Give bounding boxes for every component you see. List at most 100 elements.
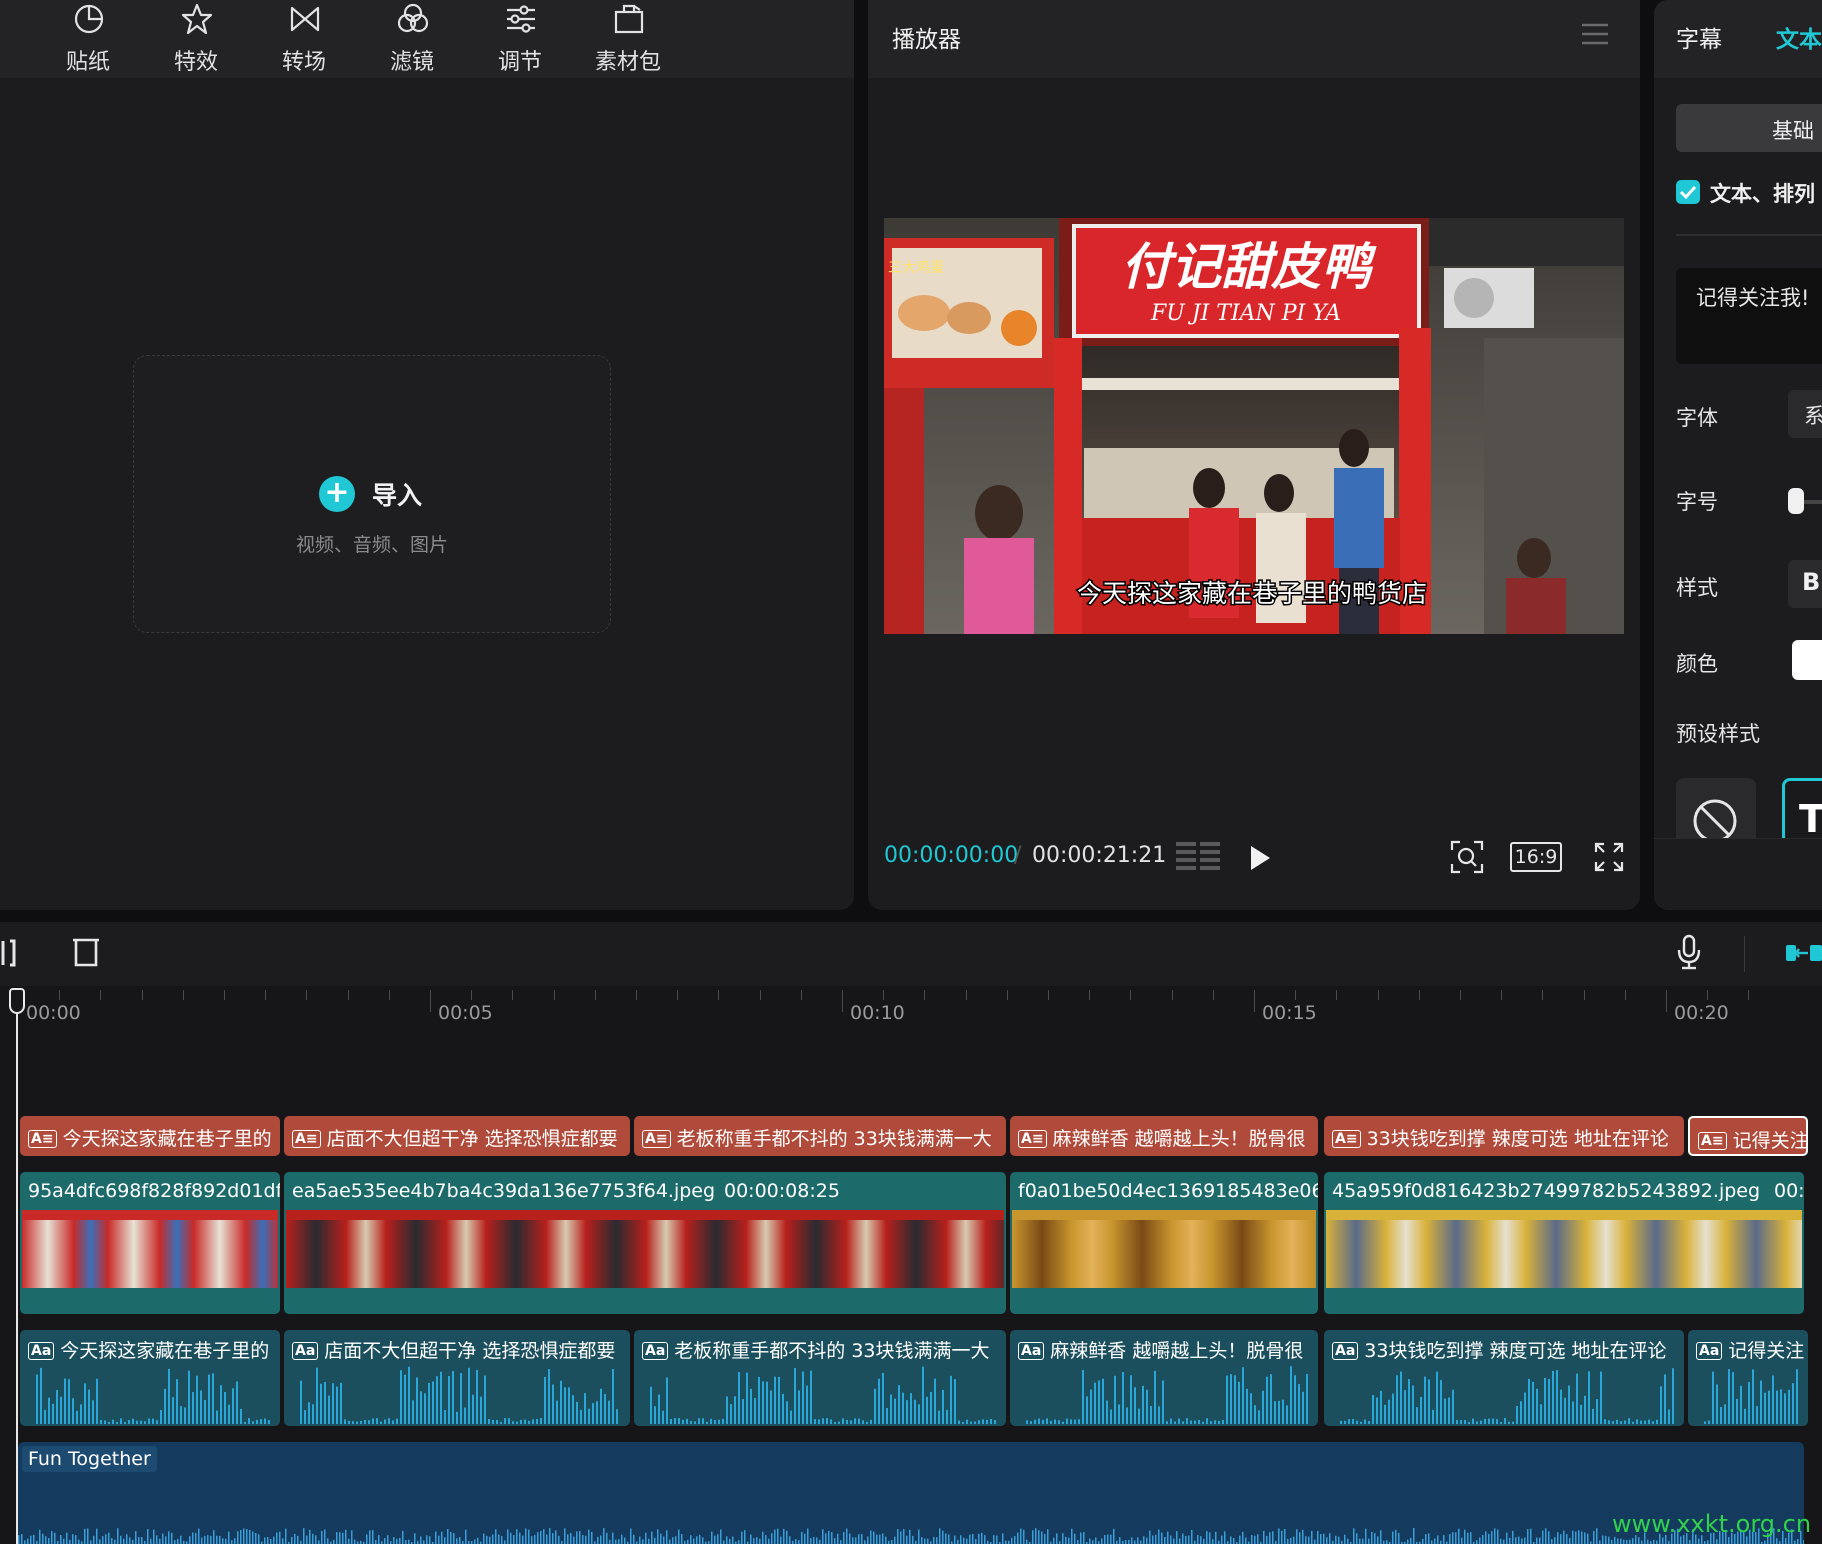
tab-adjust-label: 调节 (497, 50, 542, 75)
ruler-minor-tick (718, 990, 719, 1000)
tts-clip-text: 老板称重手都不抖的 33块钱满满一大 (674, 1340, 990, 1362)
import-dropzone[interactable]: + 导入 视频、音频、图片 (133, 355, 611, 633)
video-clip-filename: f0a01be50d4ec1369185483e065 (1018, 1180, 1318, 1202)
transition-icon (290, 6, 320, 32)
tts-audio-clip[interactable]: Aa 老板称重手都不抖的 33块钱满满一大 (634, 1330, 1006, 1426)
tts-waveform (650, 1366, 996, 1424)
inspector-header: 字幕 文本 (1654, 0, 1822, 78)
ruler-minor-tick (1542, 990, 1543, 1000)
tab-effects[interactable]: 特效 (146, 0, 246, 78)
video-clip[interactable]: 95a4dfc698f828f892d01df (20, 1172, 280, 1314)
video-clip[interactable]: f0a01be50d4ec1369185483e065 (1010, 1172, 1318, 1314)
text-clip[interactable]: A≡ 记得关注 (1688, 1116, 1808, 1156)
tab-subtitle[interactable]: 字幕 (1676, 20, 1722, 54)
text-clip-icon: A≡ (642, 1130, 671, 1148)
subtab-basic-label: 基础 (1772, 119, 1814, 143)
magnet-snap-icon[interactable] (1784, 942, 1822, 964)
text-clip[interactable]: A≡ 33块钱吃到撑 辣度可选 地址在评论 (1324, 1116, 1684, 1156)
split-icon[interactable] (0, 938, 18, 968)
watermark-text: www.xxkt.org.cn (1612, 1510, 1812, 1538)
ruler-major-tick (430, 990, 431, 1012)
waveform-toggle-icon[interactable] (1176, 840, 1222, 874)
delete-icon[interactable] (72, 936, 100, 968)
video-clip[interactable]: 45a959f0d816423b27499782b5243892.jpeg 00: (1324, 1172, 1804, 1314)
ruler-minor-tick (1625, 990, 1626, 1000)
tts-audio-clip[interactable]: Aa 33块钱吃到撑 辣度可选 地址在评论 (1324, 1330, 1684, 1426)
aspect-ratio-button[interactable]: 16:9 (1510, 842, 1562, 872)
font-select[interactable]: 系 (1788, 390, 1822, 438)
tts-clip-text: 麻辣鲜香 越嚼越上头！脱骨很 (1050, 1340, 1304, 1362)
side-sign-text: 三大鸡蛋 (888, 259, 944, 276)
text-clip[interactable]: A≡ 老板称重手都不抖的 33块钱满满一大 (634, 1116, 1006, 1156)
preview-frame-image: 付记甜皮鸭 FU JI TIAN PI YA 三大鸡蛋 今天探这家藏在巷子里的鸭… (884, 218, 1624, 634)
style-label: 样式 (1676, 576, 1718, 600)
media-toolbar: 贴纸 特效 转场 滤镜 调节 素材包 (0, 0, 854, 78)
tts-clip-icon: Aa (292, 1342, 319, 1360)
playhead-line[interactable] (16, 988, 18, 1544)
ruler-minor-tick (760, 990, 761, 1000)
tts-clip-icon: Aa (1332, 1342, 1359, 1360)
time-ruler[interactable]: 00:00 00:05 00:10 00:15 00:20 (0, 986, 1822, 1032)
tts-clip-label: Aa 记得关注 (1696, 1336, 1804, 1363)
text-clip-text: 店面不大但超干净 选择恐惧症都要 (326, 1128, 618, 1150)
font-size-slider-handle[interactable] (1788, 488, 1804, 514)
menu-icon[interactable] (1580, 22, 1610, 46)
ruler-minor-tick (1336, 990, 1337, 1000)
video-clip-thumbnails (286, 1210, 1004, 1288)
tts-audio-clip[interactable]: Aa 记得关注 (1688, 1330, 1808, 1426)
music-track-clip[interactable]: Fun Together (18, 1442, 1804, 1544)
tab-transition[interactable]: 转场 (254, 0, 354, 78)
ruler-minor-tick (1378, 990, 1379, 1000)
tts-waveform (1026, 1366, 1308, 1424)
player-header: 播放器 (868, 0, 1640, 78)
subtab-basic[interactable]: 基础 (1676, 104, 1822, 152)
fullscreen-icon[interactable] (1594, 842, 1624, 872)
microphone-icon[interactable] (1676, 934, 1702, 970)
bold-button[interactable]: B (1788, 560, 1822, 608)
bold-button-label: B (1802, 568, 1821, 596)
ruler-minor-tick (306, 990, 307, 1000)
text-clip-text: 33块钱吃到撑 辣度可选 地址在评论 (1366, 1128, 1669, 1150)
play-icon[interactable] (1248, 844, 1272, 872)
adjust-icon (507, 5, 535, 33)
tts-clip-icon: Aa (28, 1342, 55, 1360)
tts-clip-label: Aa 麻辣鲜香 越嚼越上头！脱骨很 (1018, 1336, 1303, 1363)
ruler-minor-tick (595, 990, 596, 1000)
text-arrange-checkbox[interactable] (1676, 180, 1700, 204)
video-clip[interactable]: ea5ae535ee4b7ba4c39da136e7753f64.jpeg 00:… (284, 1172, 1006, 1314)
text-clip[interactable]: A≡ 今天探这家藏在巷子里的 (20, 1116, 280, 1156)
tab-filter[interactable]: 滤镜 (362, 0, 462, 78)
divider (1676, 234, 1822, 236)
video-clip-filename: 95a4dfc698f828f892d01df (28, 1180, 280, 1202)
tts-clip-text: 今天探这家藏在巷子里的 (60, 1340, 270, 1362)
video-preview[interactable]: 付记甜皮鸭 FU JI TIAN PI YA 三大鸡蛋 今天探这家藏在巷子里的鸭… (884, 218, 1624, 634)
tts-audio-clip[interactable]: Aa 今天探这家藏在巷子里的 (20, 1330, 280, 1426)
tab-asset-pack[interactable]: 素材包 (578, 0, 678, 78)
add-icon: + (319, 476, 355, 512)
ruler-minor-tick (1584, 990, 1585, 1000)
sticker-icon (74, 4, 104, 34)
ruler-minor-tick (1048, 990, 1049, 1000)
ruler-major-tick (1666, 990, 1667, 1012)
ruler-major-tick (1254, 990, 1255, 1012)
text-clip[interactable]: A≡ 麻辣鲜香 越嚼越上头！脱骨很 (1010, 1116, 1318, 1156)
text-content-value: 记得关注我! (1696, 286, 1810, 310)
ruler-minor-tick (389, 990, 390, 1000)
ruler-minor-tick (59, 990, 60, 1000)
music-waveform (18, 1528, 1804, 1544)
tab-adjust[interactable]: 调节 (470, 0, 570, 78)
tab-filter-label: 滤镜 (389, 50, 434, 75)
text-clip-label: A≡ 店面不大但超干净 选择恐惧症都要 (292, 1124, 618, 1151)
tts-audio-clip[interactable]: Aa 店面不大但超干净 选择恐惧症都要 (284, 1330, 630, 1426)
tab-text[interactable]: 文本 (1776, 20, 1822, 54)
zoom-fit-icon[interactable] (1450, 840, 1484, 874)
player-panel: 播放器 付记甜皮鸭 FU JI TIAN PI YA 三大鸡蛋 今天探这家藏在巷… (868, 0, 1640, 910)
tts-audio-clip[interactable]: Aa 麻辣鲜香 越嚼越上头！脱骨很 (1010, 1330, 1318, 1426)
ruler-minor-tick (1172, 990, 1173, 1000)
playhead-handle[interactable] (9, 988, 25, 1014)
color-swatch[interactable] (1792, 640, 1822, 680)
text-content-input[interactable]: 记得关注我! (1676, 268, 1822, 364)
text-clip[interactable]: A≡ 店面不大但超干净 选择恐惧症都要 (284, 1116, 630, 1156)
tab-sticker[interactable]: 贴纸 (38, 0, 138, 78)
video-clip-thumbnails (22, 1210, 278, 1288)
